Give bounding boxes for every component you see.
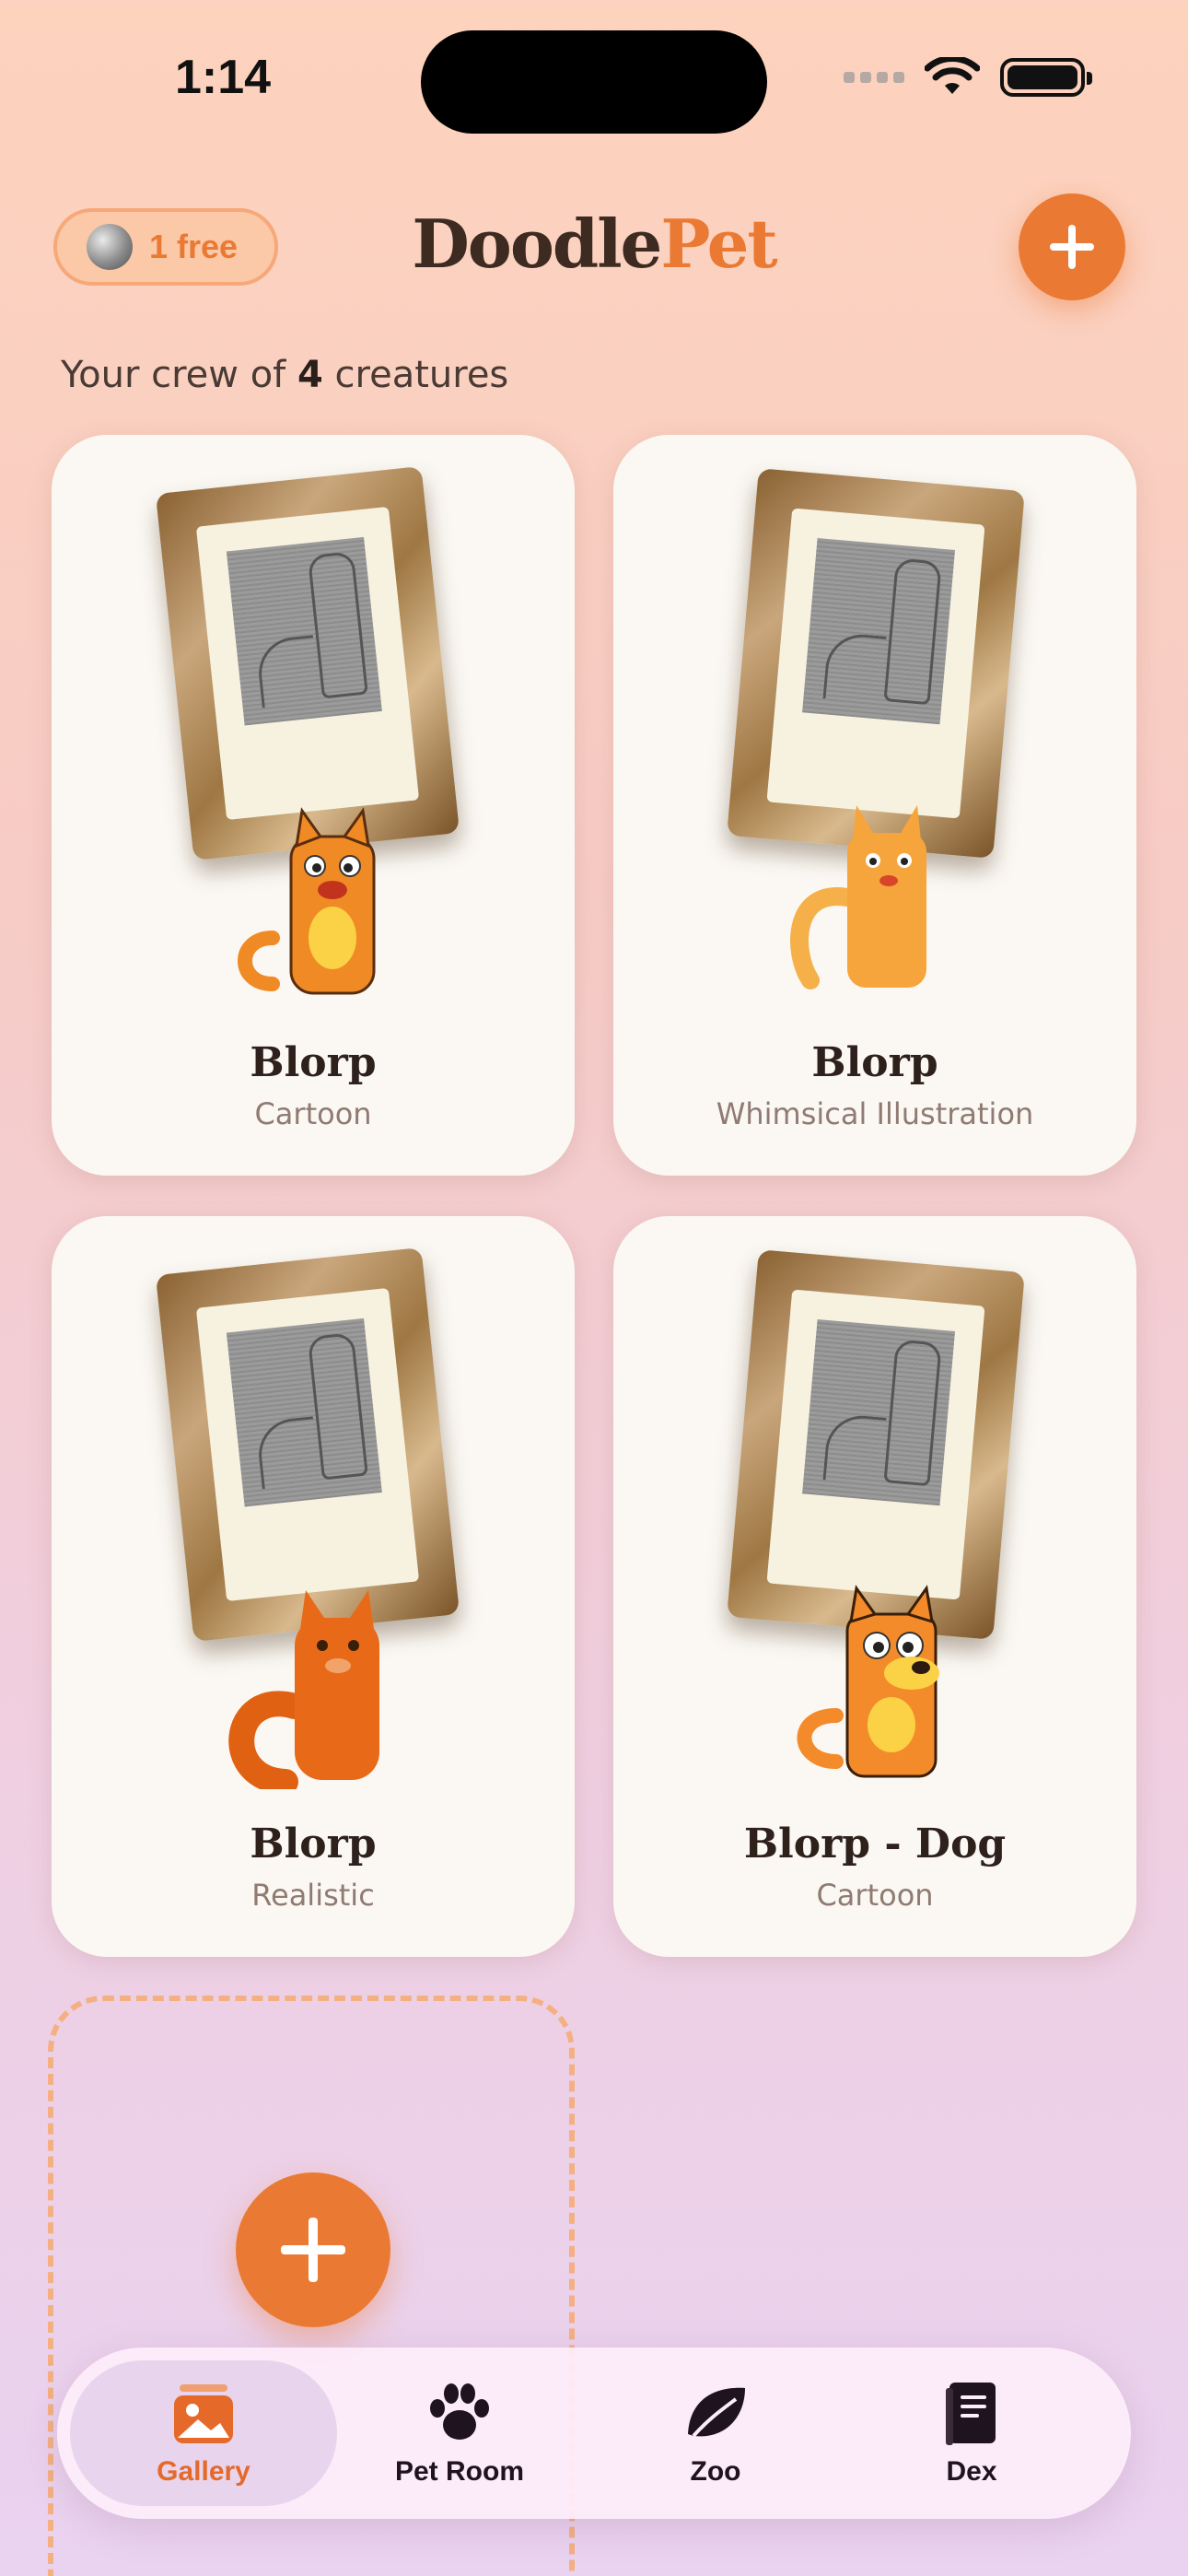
app-title: DoodlePet	[0, 205, 1188, 283]
leaf-icon	[688, 2387, 745, 2438]
creature-name: Blorp	[250, 1039, 377, 1086]
realistic-cat-image	[228, 1590, 379, 1789]
cartoon-dog-image	[797, 1585, 939, 1778]
creature-style: Whimsical Illustration	[716, 1096, 1034, 1131]
cellular-signal-icon	[844, 72, 904, 83]
app-title-part1: Doodle	[412, 205, 662, 283]
creature-card[interactable]: Blorp Whimsical Illustration	[613, 435, 1136, 1176]
creature-style: Cartoon	[816, 1878, 934, 1913]
sketch-image	[802, 537, 956, 725]
crew-count: 4	[297, 354, 323, 396]
dynamic-island	[421, 30, 767, 134]
sketch-image	[226, 536, 382, 726]
tab-label: Dex	[946, 2456, 997, 2487]
creature-name: Blorp	[250, 1821, 377, 1868]
cartoon-cat-image	[238, 807, 376, 995]
tab-zoo[interactable]: Zoo	[582, 2360, 849, 2506]
tab-pet-room[interactable]: Pet Room	[326, 2360, 593, 2506]
add-creature-button[interactable]	[1019, 193, 1125, 300]
creature-name: Blorp	[811, 1039, 938, 1086]
creature-card[interactable]: Blorp Cartoon	[52, 435, 575, 1176]
sketch-image	[226, 1317, 382, 1507]
creature-card[interactable]: Blorp - Dog Cartoon	[613, 1216, 1136, 1957]
whimsical-cat-image	[790, 805, 926, 989]
add-new-creature-button[interactable]	[236, 2172, 390, 2327]
wifi-icon	[925, 57, 980, 94]
app-title-part2: Pet	[660, 205, 777, 283]
tab-gallery[interactable]: Gallery	[70, 2360, 337, 2506]
tab-dex[interactable]: Dex	[838, 2360, 1105, 2506]
book-icon	[946, 2383, 996, 2445]
status-icons	[844, 57, 1092, 98]
gallery-icon	[174, 2384, 233, 2443]
sketch-image	[802, 1318, 956, 1506]
crew-count-text: Your crew of 4 creatures	[61, 354, 508, 396]
crew-suffix: creatures	[322, 354, 509, 396]
crew-prefix: Your crew of	[61, 354, 297, 396]
tab-bar: Gallery Pet Room Zoo Dex	[57, 2348, 1131, 2519]
battery-icon	[1000, 58, 1092, 97]
tab-label: Gallery	[157, 2456, 250, 2487]
creature-name: Blorp - Dog	[743, 1821, 1007, 1868]
plus-icon	[1050, 225, 1094, 269]
tab-label: Zoo	[690, 2456, 741, 2487]
paw-icon	[430, 2383, 489, 2440]
creature-style: Cartoon	[254, 1096, 372, 1131]
status-time: 1:14	[175, 51, 272, 104]
plus-icon	[281, 2218, 345, 2282]
tab-label: Pet Room	[394, 2456, 524, 2487]
creature-card[interactable]: Blorp Realistic	[52, 1216, 575, 1957]
creature-style: Realistic	[251, 1878, 375, 1913]
